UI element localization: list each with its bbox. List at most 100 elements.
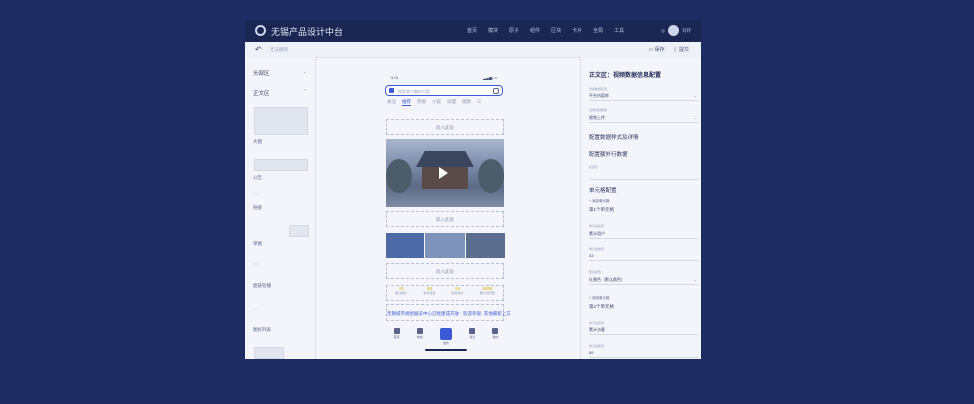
drop-slot[interactable]: 嵌入此处 [386,263,504,279]
sub-toolbar: ↶ 无法撤销 ▭ 保存 ⇧ 提交 [245,42,701,58]
pavilion-roof [416,151,474,167]
image-thumb[interactable] [466,233,505,258]
home-indicator [425,349,467,351]
component-thumb[interactable] [254,347,284,359]
component-label: 链接 [253,205,262,210]
cell-title: 第2个单元格 [589,304,615,309]
home-icon [393,328,400,334]
top-bar: 无锡产品设计中台 首页 模块 原子 组件 区块 卡片 全局 工具 ◎ 刘玲 [245,20,701,42]
nav-message[interactable]: 消息 [469,328,475,345]
stat-item: 89 本年活跃 [423,286,436,295]
nav-item[interactable]: 原子 [509,27,519,34]
stat-item: 33 累计用户 [395,286,408,295]
nav-item[interactable]: 区块 [551,27,561,34]
tab[interactable]: 小说 [432,99,441,106]
tab-active[interactable]: 推荐 [402,99,411,106]
component-placeholder: ▫ ▫ ▫ [253,307,259,311]
nav-item[interactable]: 卡片 [572,27,582,34]
nav-item[interactable]: 全局 [593,27,603,34]
source-select[interactable]: 平台内容库 ⌄ [589,90,699,101]
scan-icon[interactable] [493,87,499,94]
app-window: 无锡产品设计中台 首页 模块 原子 组件 区块 卡片 全局 工具 ◎ 刘玲 ↶ … [245,20,701,359]
config-panel: 正文区：视频数据信息配置 视频数据来源 平台内容库 ⌄ 选择视频数据 视频上传 ⌄ … [580,57,701,359]
image-thumb[interactable] [425,233,465,258]
chevron-down-icon: ⌄ [693,277,697,282]
tab[interactable]: 视频 [462,99,471,106]
cell-value-input[interactable]: 33 [589,250,699,261]
nav-profile[interactable]: 我的 [492,328,498,345]
main-nav: 首页 模块 原子 组件 区块 卡片 全局 工具 [467,27,624,34]
stat-item: 55 新增用户 [451,286,464,295]
play-icon[interactable] [439,167,448,179]
component-thumb[interactable] [254,107,308,135]
user-name: 刘玲 [682,27,691,33]
tab[interactable]: 热榜 [417,99,426,106]
save-button[interactable]: ▭ 保存 [648,46,664,53]
message-icon [469,328,476,334]
component-thumb[interactable] [289,225,309,237]
bottom-nav: 首页 热榜 发布 消息 我的 [385,328,507,345]
cell-value-input[interactable]: 89 [589,347,699,358]
nav-item[interactable]: 工具 [614,27,624,34]
image-row [386,233,505,258]
editor-canvas: 9:41 ▂▃▅ ▭ 搜索感兴趣的内容 关注 推荐 热榜 小说 动漫 视频 ☰ … [315,57,580,359]
nav-home[interactable]: 首页 [393,328,400,345]
publish-button[interactable]: ⇧ 提交 [673,46,689,53]
fire-icon [416,328,423,334]
add-cell-button[interactable]: + 添加单元格 [589,296,610,301]
chevron-down-icon: ⌄ [693,93,697,98]
component-thumb[interactable] [254,159,308,171]
chevron-up-icon[interactable]: ⌃ [303,89,307,95]
section-header[interactable]: 头部区 [253,69,270,77]
cell-name-input[interactable]: 累计用户 [589,228,699,239]
field-label: 标题栏 [589,165,599,169]
component-label: 图标列表 [253,327,271,332]
color-select[interactable]: 红黄色（默认颜色） ⌄ [589,274,699,285]
search-placeholder: 搜索感兴趣的内容 [398,88,430,94]
undo-icon[interactable]: ↶ [255,45,262,54]
search-input[interactable]: 搜索感兴趣的内容 [385,85,503,96]
component-placeholder: ······ [253,193,260,197]
image-thumb[interactable] [386,233,424,258]
stats-block[interactable]: 33 累计用户 89 本年活跃 55 新增用户 8888 累计访问量 [386,285,504,301]
section-heading: 单元格配置 [589,188,617,194]
phone-preview: 9:41 ▂▃▅ ▭ 搜索感兴趣的内容 关注 推荐 热榜 小说 动漫 视频 ☰ … [381,57,512,359]
component-label: 单图 [253,241,262,246]
nav-item[interactable]: 组件 [530,27,540,34]
tree-shape [478,159,504,193]
news-ticker[interactable]: 无锡城市规划展览中心已经建成开放 · 欢迎参观· 其他最新上方 [386,304,511,321]
nav-item[interactable]: 模块 [488,27,498,34]
drop-slot[interactable]: 嵌入此处 [386,211,504,227]
section-body[interactable]: 正文区 [253,89,270,97]
stat-item: 8888 累计访问量 [479,286,495,295]
tab-bar: 关注 推荐 热榜 小说 动漫 视频 ☰ [387,99,481,106]
nav-hot[interactable]: 热榜 [416,328,423,345]
undo-hint: 无法撤销 [270,47,288,52]
logo-icon [255,25,266,36]
section-heading[interactable]: 配置额外行数据 [589,150,628,158]
avatar[interactable] [668,25,679,36]
chevron-down-icon[interactable]: ⌄ [303,69,307,75]
video-block[interactable] [386,139,504,207]
bell-icon[interactable]: ◎ [661,28,665,34]
user-menu[interactable]: ◎ 刘玲 [661,25,691,36]
nav-item[interactable]: 首页 [467,27,477,34]
menu-icon[interactable]: ☰ [477,99,481,106]
add-cell-button[interactable]: + 添加单元格 [589,199,610,204]
chevron-down-icon: ⌄ [693,115,697,120]
user-icon [492,328,499,334]
tab[interactable]: 动漫 [447,99,456,106]
component-label: 超链轮播 [253,283,271,288]
video-select[interactable]: 视频上传 ⌄ [589,112,699,123]
signal-icon: ▂▃▅ ▭ [483,75,498,80]
panel-title: 正文区：视频数据信息配置 [589,73,662,79]
status-time: 9:41 [391,75,399,80]
nav-publish[interactable]: 发布 [440,328,452,345]
component-label: 公告 [253,175,262,180]
tab[interactable]: 关注 [387,99,396,106]
component-sidebar: 头部区 ⌄ 正文区 ⌃ 大图 公告 ······ 链接 单图 ▫ ▫ ▫ ▫ 超… [245,57,316,359]
title-input[interactable] [589,179,699,180]
cell-name-input[interactable]: 累计访客 [589,324,699,335]
drop-slot[interactable]: 嵌入此处 [386,119,504,135]
section-heading[interactable]: 配置数据样式及详情 [589,133,639,141]
